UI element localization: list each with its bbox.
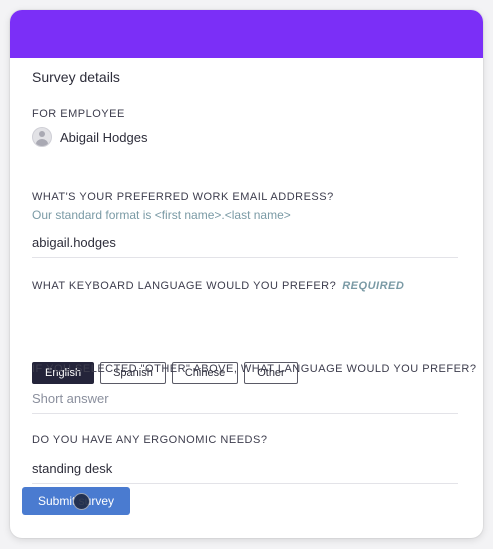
for-employee-label: FOR EMPLOYEE [32, 108, 125, 120]
other-language-label: IF YOU SELECTED "OTHER" ABOVE, WHAT LANG… [32, 363, 477, 375]
keyboard-language-label: WHAT KEYBOARD LANGUAGE WOULD YOU PREFER?… [32, 280, 404, 292]
email-question-label: WHAT'S YOUR PREFERRED WORK EMAIL ADDRESS… [32, 191, 334, 203]
employee-name: Abigail Hodges [60, 129, 148, 145]
other-language-input[interactable]: Short answer [32, 391, 458, 414]
ergonomic-needs-label: DO YOU HAVE ANY ERGONOMIC NEEDS? [32, 434, 268, 446]
header-bar [10, 10, 483, 58]
email-format-hint: Our standard format is <first name>.<las… [32, 208, 291, 222]
user-avatar-icon [32, 127, 52, 147]
ergonomic-needs-input[interactable]: standing desk [32, 461, 458, 484]
section-title: Survey details [32, 69, 120, 85]
employee: Abigail Hodges [32, 127, 147, 147]
keyboard-language-question: WHAT KEYBOARD LANGUAGE WOULD YOU PREFER? [32, 280, 337, 292]
mouse-cursor-indicator [73, 493, 90, 510]
email-input[interactable]: abigail.hodges [32, 235, 458, 258]
survey-card: Survey details FOR EMPLOYEE Abigail Hodg… [10, 10, 483, 538]
required-tag: REQUIRED [342, 280, 405, 292]
